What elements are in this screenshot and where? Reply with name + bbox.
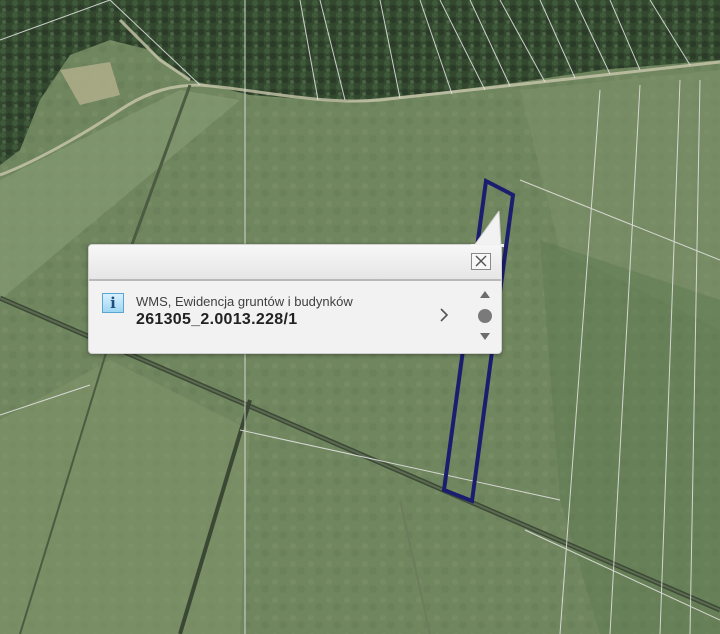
layer-name: WMS, Ewidencja gruntów i budynków	[136, 294, 353, 309]
close-icon	[475, 255, 487, 267]
popup-scrollbar[interactable]	[474, 288, 496, 346]
popup-pointer	[471, 211, 504, 247]
scroll-down-icon[interactable]	[479, 331, 491, 341]
identify-popup: i WMS, Ewidencja gruntów i budynków 2613…	[88, 211, 504, 354]
info-icon: i	[102, 293, 124, 313]
parcel-id: 261305_2.0013.228/1	[136, 311, 298, 328]
scroll-thumb[interactable]	[478, 309, 492, 323]
scroll-up-icon[interactable]	[479, 290, 491, 300]
chevron-right-icon[interactable]	[438, 307, 450, 323]
close-button[interactable]	[471, 253, 491, 270]
popup-header	[89, 245, 501, 281]
